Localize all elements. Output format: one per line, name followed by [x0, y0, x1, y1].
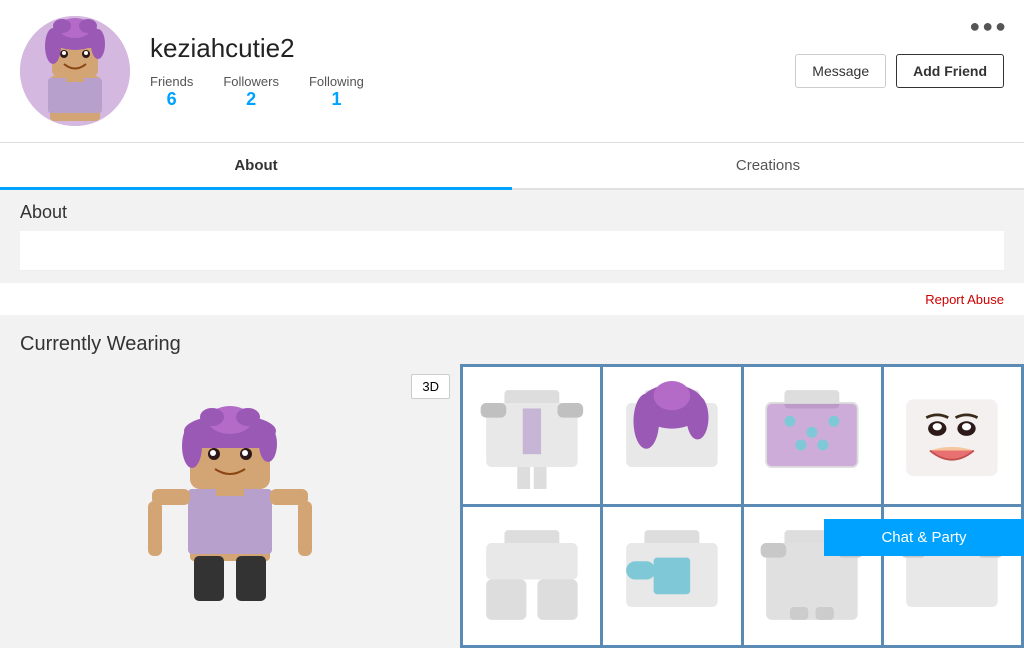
report-abuse-container: Report Abuse [0, 283, 1024, 315]
tab-about[interactable]: About [0, 143, 512, 188]
avatar [20, 16, 130, 126]
currently-wearing-title: Currently Wearing [0, 325, 1024, 364]
followers-stat[interactable]: Followers 2 [223, 74, 279, 110]
friends-count: 6 [150, 89, 193, 110]
report-abuse-link[interactable]: Report Abuse [925, 292, 1004, 307]
about-content [20, 231, 1004, 271]
add-friend-button[interactable]: Add Friend [896, 54, 1004, 88]
following-stat[interactable]: Following 1 [309, 74, 364, 110]
about-title: About [20, 202, 1004, 223]
message-button[interactable]: Message [795, 54, 886, 88]
3d-button[interactable]: 3D [411, 374, 450, 399]
character-3d-view [120, 406, 340, 606]
profile-actions: Message Add Friend [795, 54, 1004, 88]
tabs-bar: About Creations [0, 143, 1024, 190]
more-options-button[interactable]: ●●● [969, 16, 1008, 37]
chat-party-bar[interactable]: Chat & Party [824, 519, 1024, 556]
avatar-image [20, 16, 130, 126]
item-2[interactable] [603, 367, 740, 504]
friends-label: Friends [150, 74, 193, 89]
item-3[interactable] [744, 367, 881, 504]
currently-wearing-section: Currently Wearing [0, 315, 1024, 648]
following-count: 1 [309, 89, 364, 110]
followers-count: 2 [223, 89, 279, 110]
items-grid [460, 364, 1024, 648]
followers-label: Followers [223, 74, 279, 89]
following-label: Following [309, 74, 364, 89]
tab-creations[interactable]: Creations [512, 143, 1024, 188]
about-section: About [0, 190, 1024, 283]
friends-stat[interactable]: Friends 6 [150, 74, 193, 110]
item-1[interactable] [463, 367, 600, 504]
chat-party-label: Chat & Party [881, 529, 966, 546]
character-preview: 3D [0, 364, 460, 648]
item-4[interactable] [884, 367, 1021, 504]
item-6[interactable] [603, 507, 740, 644]
username: keziahcutie2 [150, 33, 795, 64]
wearing-content: 3D [0, 364, 1024, 648]
profile-info: keziahcutie2 Friends 6 Followers 2 Follo… [150, 33, 795, 110]
item-5[interactable] [463, 507, 600, 644]
profile-header: keziahcutie2 Friends 6 Followers 2 Follo… [0, 0, 1024, 143]
stats-row: Friends 6 Followers 2 Following 1 [150, 74, 795, 110]
